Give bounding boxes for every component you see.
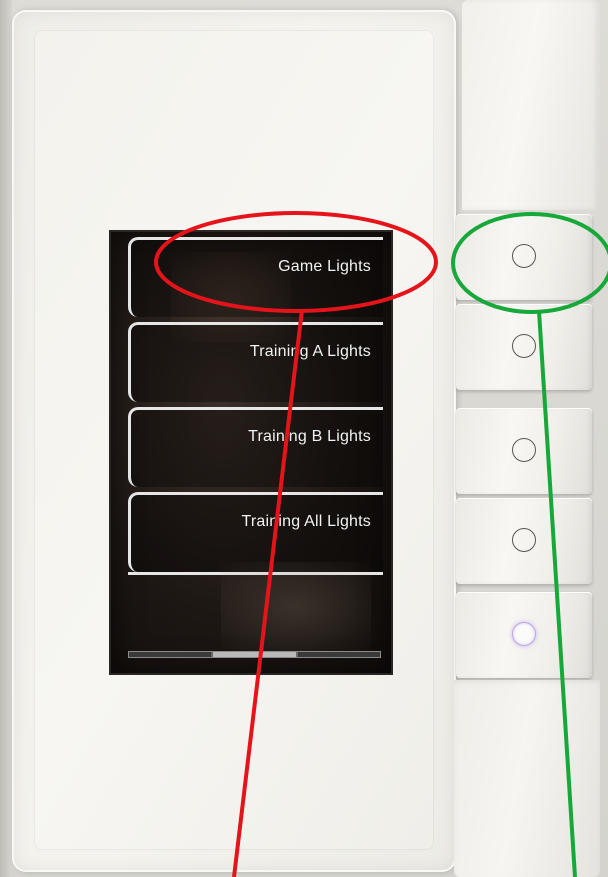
scrollbar-segment [213,652,298,657]
key-4[interactable] [456,498,592,584]
key-indicator-lit-icon [512,622,536,646]
button-column-bottom-cap [454,680,600,877]
menu-item-training-a-lights[interactable]: Training A Lights [128,322,383,402]
menu-item-label: Training A Lights [249,343,371,360]
menu-item-game-lights[interactable]: Game Lights [128,237,383,317]
page-scrollbar[interactable] [128,651,381,658]
wall-control-photo: Game Lights Training A Lights Training B… [0,0,608,877]
key-3[interactable] [456,408,592,494]
menu-item-training-b-lights[interactable]: Training B Lights [128,407,383,487]
key-indicator-ring-icon [512,528,536,552]
menu-divider [128,572,383,575]
key-indicator-ring-icon [512,438,536,462]
key-indicator-ring-icon [512,334,536,358]
button-column-top-cap [462,0,600,210]
menu-item-label: Game Lights [278,258,371,275]
key-1[interactable] [456,214,592,300]
menu-item-label: Training All Lights [241,513,371,530]
menu-item-label: Training B Lights [248,428,371,445]
key-indicator-ring-icon [512,244,536,268]
scrollbar-segment [129,652,214,657]
lcd-screen: Game Lights Training A Lights Training B… [111,232,391,673]
button-column [450,0,608,877]
key-5[interactable] [456,592,592,678]
key-2[interactable] [456,304,592,390]
wall-edge [0,0,12,877]
menu-item-training-all-lights[interactable]: Training All Lights [128,492,383,572]
scrollbar-segment [297,652,380,657]
